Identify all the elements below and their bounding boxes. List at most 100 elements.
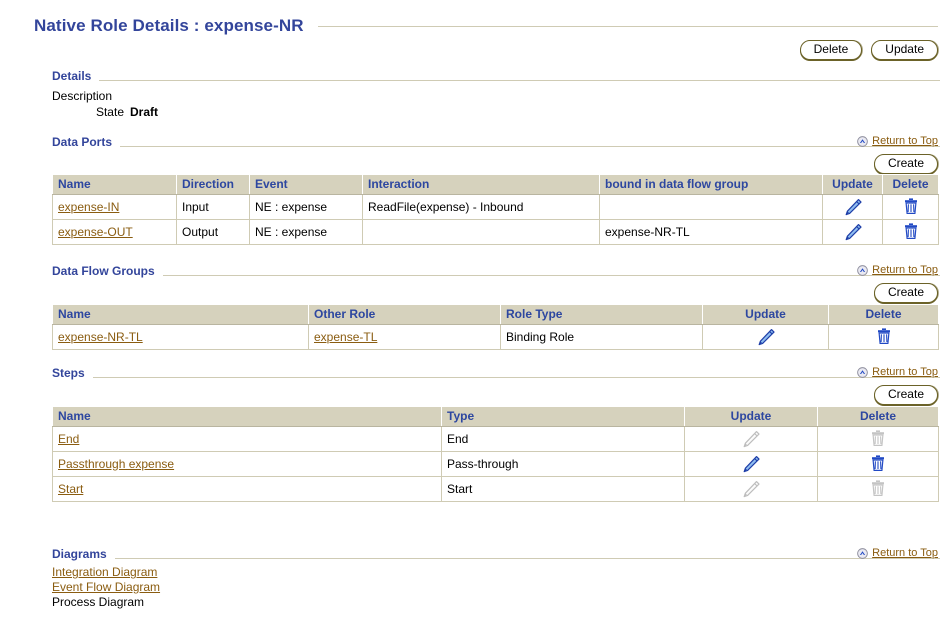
- cell-name: expense-OUT: [52, 219, 177, 245]
- step-link[interactable]: Passthrough expense: [58, 457, 174, 471]
- cell-delete: [817, 426, 939, 452]
- table-row: expense-IN Input NE : expense ReadFile(e…: [52, 194, 939, 220]
- step-link[interactable]: Start: [58, 482, 83, 496]
- detail-row-state: State Draft: [52, 104, 158, 120]
- title-divider: [317, 25, 938, 27]
- data-ports-divider: [120, 146, 940, 147]
- cell-direction: Input: [176, 194, 250, 220]
- steps-heading: Steps: [52, 366, 85, 380]
- pencil-icon[interactable]: [755, 327, 777, 347]
- col-bound-in-data-flow-group: bound in data flow group: [599, 174, 823, 195]
- data-ports-section-header: Data Ports: [52, 135, 940, 150]
- cell-interaction: [362, 219, 600, 245]
- trash-icon[interactable]: [875, 327, 893, 347]
- data-flow-groups-divider: [162, 275, 940, 276]
- steps-section-header: Steps: [52, 366, 940, 381]
- col-delete: Delete: [817, 406, 939, 427]
- diagrams-heading: Diagrams: [52, 547, 107, 561]
- trash-icon-disabled: [872, 480, 884, 496]
- cell-update: [684, 476, 818, 502]
- steps-create-button[interactable]: Create: [873, 385, 938, 405]
- table-row: expense-OUT Output NE : expense expense-…: [52, 219, 939, 245]
- cell-delete: [817, 476, 939, 502]
- cell-name: Start: [52, 476, 442, 502]
- cell-type: Pass-through: [441, 451, 685, 477]
- page-title-row: Native Role Details : expense-NR: [0, 16, 950, 36]
- other-role-link[interactable]: expense-TL: [314, 330, 377, 344]
- cell-name: expense-IN: [52, 194, 177, 220]
- step-link[interactable]: End: [58, 432, 79, 446]
- cell-update: [684, 426, 818, 452]
- details-section-header: Details: [52, 69, 940, 84]
- cell-event: NE : expense: [249, 219, 363, 245]
- update-button[interactable]: Update: [871, 40, 938, 60]
- return-to-top-label[interactable]: Return to Top: [872, 135, 938, 147]
- circled-up-caret-icon: [857, 135, 868, 147]
- data-flow-groups-heading: Data Flow Groups: [52, 264, 155, 278]
- data-flow-groups-create-button[interactable]: Create: [873, 283, 938, 303]
- cell-name: End: [52, 426, 442, 452]
- cell-name: Passthrough expense: [52, 451, 442, 477]
- data-ports-return-to-top[interactable]: Return to Top: [857, 135, 938, 147]
- return-to-top-label[interactable]: Return to Top: [872, 547, 938, 559]
- cell-delete[interactable]: [817, 451, 939, 477]
- col-other-role: Other Role: [308, 304, 501, 325]
- details-heading: Details: [52, 69, 92, 83]
- data-flow-groups-return-to-top[interactable]: Return to Top: [857, 264, 938, 276]
- diagrams-divider: [114, 558, 940, 559]
- pencil-icon[interactable]: [842, 197, 864, 217]
- data-ports-heading: Data Ports: [52, 135, 113, 149]
- cell-bound-in-data-flow-group: expense-NR-TL: [599, 219, 823, 245]
- detail-row-description: Description: [52, 88, 158, 104]
- col-type: Type: [441, 406, 685, 427]
- steps-divider: [92, 377, 940, 378]
- return-to-top-label[interactable]: Return to Top: [872, 366, 938, 378]
- trash-icon-disabled: [872, 430, 884, 446]
- steps-table: Name Type Update Delete End End Passthro…: [52, 406, 939, 502]
- integration-diagram-link[interactable]: Integration Diagram: [52, 565, 160, 580]
- process-diagram-label: Process Diagram: [52, 595, 145, 609]
- return-to-top-label[interactable]: Return to Top: [872, 264, 938, 276]
- data-port-link[interactable]: expense-OUT: [58, 225, 133, 239]
- cell-update[interactable]: [702, 324, 829, 350]
- diagrams-return-to-top[interactable]: Return to Top: [857, 547, 938, 559]
- diagrams-list: Integration Diagram Event Flow Diagram P…: [52, 565, 160, 610]
- circled-up-caret-icon: [857, 547, 868, 559]
- col-event: Event: [249, 174, 363, 195]
- data-port-link[interactable]: expense-IN: [58, 200, 119, 214]
- delete-button[interactable]: Delete: [799, 40, 863, 60]
- cell-delete[interactable]: [828, 324, 939, 350]
- col-name: Name: [52, 304, 309, 325]
- cell-update[interactable]: [822, 194, 883, 220]
- trash-icon[interactable]: [902, 222, 920, 242]
- col-name: Name: [52, 406, 442, 427]
- top-action-buttons: Delete Update: [799, 40, 938, 60]
- cell-type: End: [441, 426, 685, 452]
- data-flow-group-link[interactable]: expense-NR-TL: [58, 330, 143, 344]
- circled-up-caret-icon: [857, 366, 868, 378]
- col-delete: Delete: [828, 304, 939, 325]
- data-ports-create-button[interactable]: Create: [873, 154, 938, 174]
- description-label: Description: [52, 89, 113, 103]
- table-row: expense-NR-TL expense-TL Binding Role: [52, 324, 939, 350]
- trash-icon[interactable]: [869, 454, 887, 474]
- col-update: Update: [822, 174, 883, 195]
- native-role-details-page: Native Role Details : expense-NR Delete …: [0, 0, 950, 634]
- data-flow-groups-header-row: Name Other Role Role Type Update Delete: [52, 304, 939, 325]
- cell-update[interactable]: [684, 451, 818, 477]
- steps-return-to-top[interactable]: Return to Top: [857, 366, 938, 378]
- cell-delete[interactable]: [882, 194, 939, 220]
- pencil-icon-disabled: [743, 431, 760, 448]
- data-ports-create-row: Create: [873, 154, 938, 174]
- cell-update[interactable]: [822, 219, 883, 245]
- steps-create-row: Create: [873, 385, 938, 405]
- col-name: Name: [52, 174, 177, 195]
- trash-icon[interactable]: [902, 197, 920, 217]
- col-update: Update: [684, 406, 818, 427]
- pencil-icon[interactable]: [842, 222, 864, 242]
- details-body: Description State Draft: [52, 88, 158, 120]
- event-flow-diagram-link[interactable]: Event Flow Diagram: [52, 580, 160, 595]
- cell-delete[interactable]: [882, 219, 939, 245]
- pencil-icon[interactable]: [740, 454, 762, 474]
- pencil-icon-disabled: [743, 481, 760, 498]
